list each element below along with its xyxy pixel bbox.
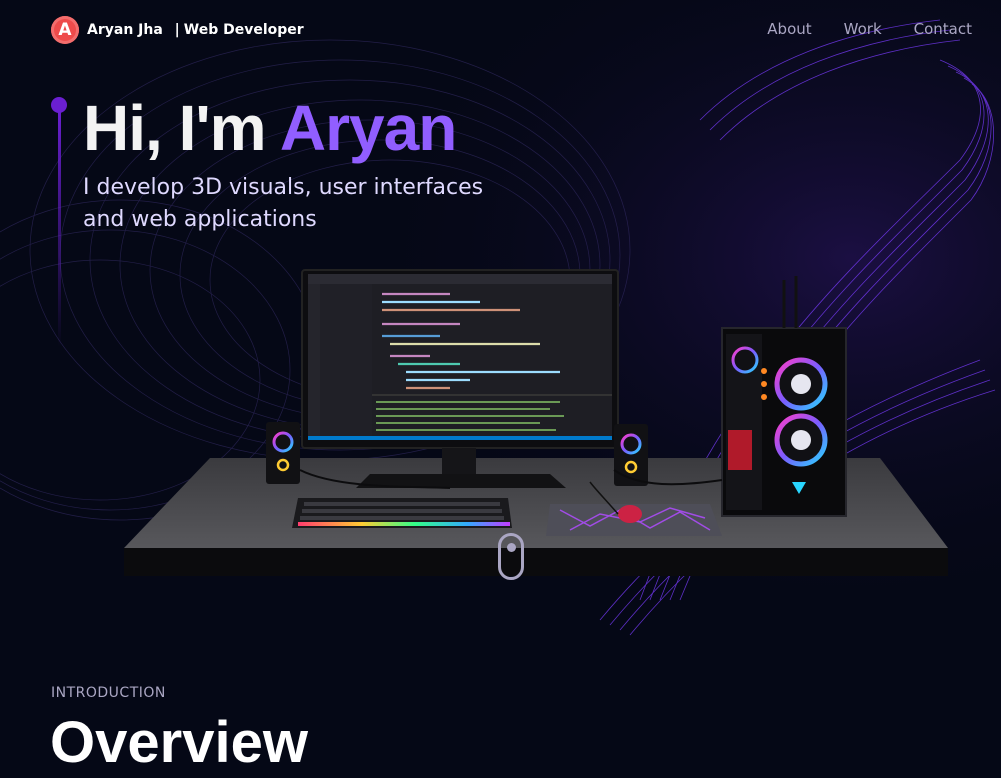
scroll-dot-icon xyxy=(507,543,516,552)
hero-title: Hi, I'm Aryan xyxy=(83,88,457,168)
brand-title: Aryan Jha | Web Developer xyxy=(87,22,304,38)
rgb-keyboard xyxy=(292,498,512,528)
hero-greeting: Hi, I'm xyxy=(83,92,280,164)
nav-link-about[interactable]: About xyxy=(767,20,811,38)
nav-links: About Work Contact xyxy=(767,20,972,38)
desk-setup-3d-scene[interactable] xyxy=(120,260,950,580)
scroll-down-indicator[interactable] xyxy=(498,533,524,580)
brand-name: Aryan Jha xyxy=(87,22,163,38)
home-logo-link[interactable]: A Aryan Jha | Web Developer xyxy=(51,16,304,44)
right-speaker xyxy=(614,424,648,486)
overview-heading: Overview xyxy=(50,710,308,775)
brand-separator: | xyxy=(174,22,180,38)
hero-accent-bar xyxy=(58,111,61,347)
hero-subtitle: I develop 3D visuals, user interfaces an… xyxy=(83,175,484,232)
monitor xyxy=(301,269,619,488)
pc-tower xyxy=(721,276,847,517)
hero-name: Aryan xyxy=(279,92,457,164)
logo-icon: A xyxy=(51,16,79,44)
brand-role: Web Developer xyxy=(183,22,304,38)
left-speaker xyxy=(266,422,300,484)
nav-link-contact[interactable]: Contact xyxy=(914,20,972,38)
hero-accent-line xyxy=(51,97,67,347)
nav-link-work[interactable]: Work xyxy=(844,20,882,38)
intro-eyebrow: INTRODUCTION xyxy=(51,685,166,701)
navbar: A Aryan Jha | Web Developer About Work Co… xyxy=(0,0,1001,60)
